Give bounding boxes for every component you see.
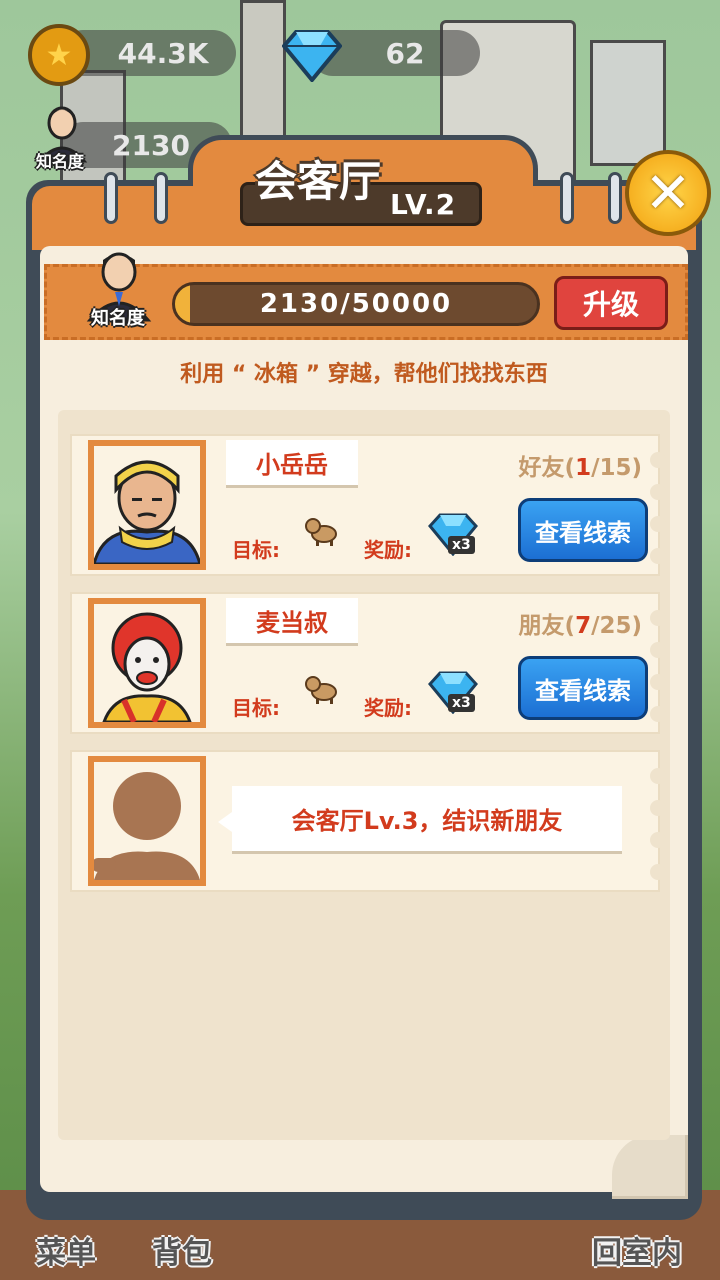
silhouette-icon <box>94 772 200 880</box>
friend-name: 麦当叔 <box>226 598 358 646</box>
binder-ring <box>104 172 118 224</box>
friend-progress: 好友(1/15) <box>518 455 642 481</box>
background-tower <box>240 0 286 146</box>
dog-icon <box>305 518 337 546</box>
menu-button[interactable]: 菜单 <box>36 1228 96 1272</box>
background-building <box>590 40 666 166</box>
fame-hud-label: 知名度 <box>36 152 85 171</box>
binder-ring <box>560 172 574 224</box>
reward-multiplier: x3 <box>448 694 475 712</box>
back-indoor-button[interactable]: 回室内 <box>592 1228 682 1272</box>
friend-progress: 朋友(7/25) <box>518 613 642 639</box>
upgrade-button[interactable]: 升级 <box>554 276 668 330</box>
binder-ring <box>154 172 168 224</box>
panel-title: 会客厅 <box>254 157 381 206</box>
friend-portrait <box>88 440 206 570</box>
panel-level: LV.2 <box>390 188 457 221</box>
coin-icon: ★ <box>28 24 90 86</box>
locked-portrait <box>88 756 206 886</box>
friend-card: 小岳岳 好友(1/15) 目标: 奖励: x3 查看线索 <box>70 434 666 576</box>
hint-text: 利用 “ 冰箱 ” 穿越，帮他们找找东西 <box>180 362 548 387</box>
friend-card: 麦当叔 朋友(7/25) 目标: 奖励: x3 查看线索 <box>70 592 666 734</box>
close-button[interactable]: ✕ <box>625 150 711 236</box>
close-icon: ✕ <box>644 160 692 226</box>
gem-value: 62 <box>385 36 425 70</box>
reward-label: 奖励: <box>364 696 412 720</box>
goal-label: 目标: <box>232 696 280 720</box>
view-clue-button[interactable]: 查看线索 <box>518 656 648 720</box>
character-portrait-icon <box>102 612 192 722</box>
friend-portrait <box>88 598 206 728</box>
diamond-icon <box>282 30 342 82</box>
friend-name: 小岳岳 <box>226 440 358 488</box>
dog-icon <box>305 676 337 704</box>
goal-label: 目标: <box>232 538 280 562</box>
view-clue-button[interactable]: 查看线索 <box>518 498 648 562</box>
reward-label: 奖励: <box>364 538 412 562</box>
character-portrait-icon <box>94 460 200 564</box>
binder-ring <box>608 172 622 224</box>
locked-friend-card: 会客厅Lv.3，结识新朋友 <box>70 750 666 892</box>
coin-value: 44.3K <box>117 36 209 70</box>
fame-label: 知名度 <box>91 308 145 329</box>
fame-progress-text: 2130/50000 <box>259 289 453 319</box>
fame-value: 2130 <box>112 128 190 162</box>
bag-button[interactable]: 背包 <box>152 1228 212 1272</box>
unlock-hint: 会客厅Lv.3，结识新朋友 <box>218 786 622 854</box>
reward-multiplier: x3 <box>448 536 475 554</box>
